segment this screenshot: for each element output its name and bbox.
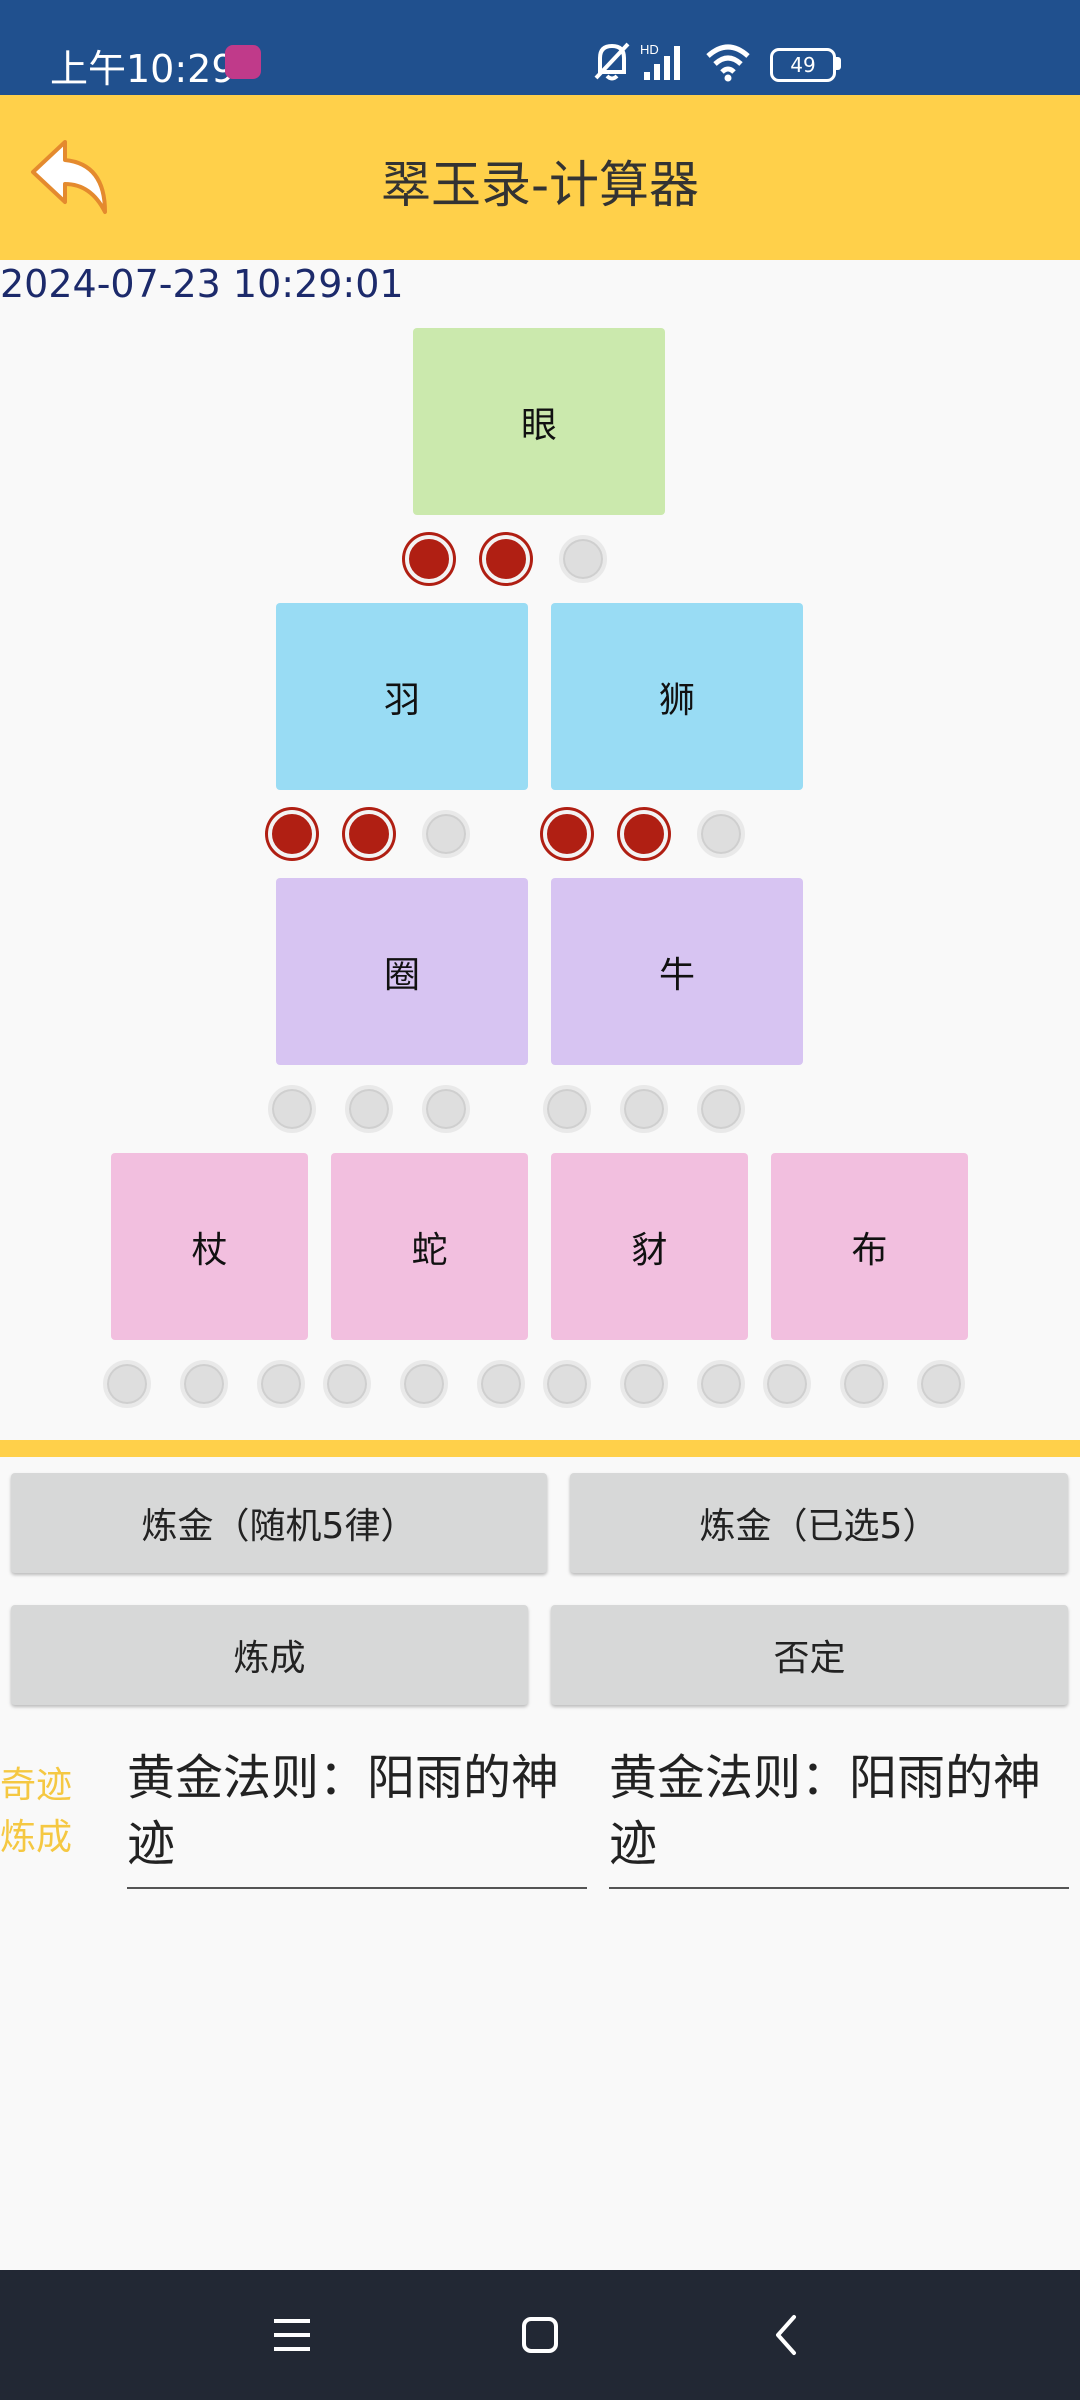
- selector-dot-ox-2[interactable]: [620, 1085, 668, 1133]
- signal-icon: HD: [640, 42, 680, 80]
- tile-staff[interactable]: 杖: [111, 1153, 308, 1340]
- tile-eye[interactable]: 眼: [413, 328, 665, 515]
- status-time: 上午10:29: [50, 47, 236, 91]
- selector-dot-jackal-1[interactable]: [543, 1360, 591, 1408]
- result-field-left[interactable]: 黄金法则：阳雨的神迹: [127, 1745, 587, 1889]
- selector-dot-staff-1[interactable]: [103, 1360, 151, 1408]
- mute-bell-icon: [594, 42, 630, 81]
- tile-ox[interactable]: 牛: [551, 878, 803, 1065]
- selector-dot-ox-1[interactable]: [543, 1085, 591, 1133]
- tile-cloth[interactable]: 布: [771, 1153, 968, 1340]
- selector-dot-snake-1[interactable]: [323, 1360, 371, 1408]
- selector-dot-jackal-3[interactable]: [697, 1360, 745, 1408]
- tile-lion[interactable]: 狮: [551, 603, 803, 790]
- selector-dot-circle-2[interactable]: [345, 1085, 393, 1133]
- selector-dot-cloth-3[interactable]: [917, 1360, 965, 1408]
- status-bar: 上午10:29 HD 49: [0, 0, 1080, 95]
- system-nav-bar: [0, 2270, 1080, 2400]
- app-bar: 翠玉录-计算器: [0, 95, 1080, 260]
- app-notification-icon: [225, 45, 261, 79]
- tile-jackal[interactable]: 豺: [551, 1153, 748, 1340]
- menu-icon[interactable]: [260, 2303, 324, 2367]
- selector-dot-feather-1[interactable]: [268, 810, 316, 858]
- alchemy-selected-button[interactable]: 炼金（已选5）: [570, 1473, 1068, 1573]
- battery-tip: [836, 57, 841, 70]
- selector-dot-lion-1[interactable]: [543, 810, 591, 858]
- alchemy-random-button[interactable]: 炼金（随机5律）: [11, 1473, 547, 1573]
- selector-dot-eye-3[interactable]: [559, 535, 607, 583]
- tile-snake[interactable]: 蛇: [331, 1153, 528, 1340]
- selector-dot-lion-2[interactable]: [620, 810, 668, 858]
- tile-circle[interactable]: 圈: [276, 878, 528, 1065]
- battery-icon: 49: [770, 48, 836, 82]
- tile-feather[interactable]: 羽: [276, 603, 528, 790]
- complete-button[interactable]: 炼成: [11, 1605, 528, 1705]
- selector-dot-feather-2[interactable]: [345, 810, 393, 858]
- wifi-icon: [706, 44, 750, 82]
- selector-dot-lion-3[interactable]: [697, 810, 745, 858]
- selector-dot-circle-1[interactable]: [268, 1085, 316, 1133]
- selector-dot-ox-3[interactable]: [697, 1085, 745, 1133]
- selector-dot-cloth-2[interactable]: [840, 1360, 888, 1408]
- negate-button[interactable]: 否定: [551, 1605, 1068, 1705]
- selector-dot-cloth-1[interactable]: [763, 1360, 811, 1408]
- selector-dot-eye-1[interactable]: [405, 535, 453, 583]
- selector-dot-feather-3[interactable]: [422, 810, 470, 858]
- selector-dot-snake-2[interactable]: [400, 1360, 448, 1408]
- result-label: 奇迹炼成: [0, 1765, 73, 1858]
- home-icon[interactable]: [508, 2303, 572, 2367]
- selector-dot-staff-3[interactable]: [257, 1360, 305, 1408]
- timestamp: 2024-07-23 10:29:01: [0, 262, 404, 306]
- selector-dot-eye-2[interactable]: [482, 535, 530, 583]
- back-icon[interactable]: [756, 2303, 820, 2367]
- selector-dot-staff-2[interactable]: [180, 1360, 228, 1408]
- selector-dot-snake-3[interactable]: [477, 1360, 525, 1408]
- selector-dot-jackal-2[interactable]: [620, 1360, 668, 1408]
- accent-divider: [0, 1440, 1080, 1457]
- result-field-right[interactable]: 黄金法则：阳雨的神迹: [609, 1745, 1069, 1889]
- selector-dot-circle-3[interactable]: [422, 1085, 470, 1133]
- svg-text:HD: HD: [640, 42, 659, 57]
- page-title: 翠玉录-计算器: [380, 156, 700, 214]
